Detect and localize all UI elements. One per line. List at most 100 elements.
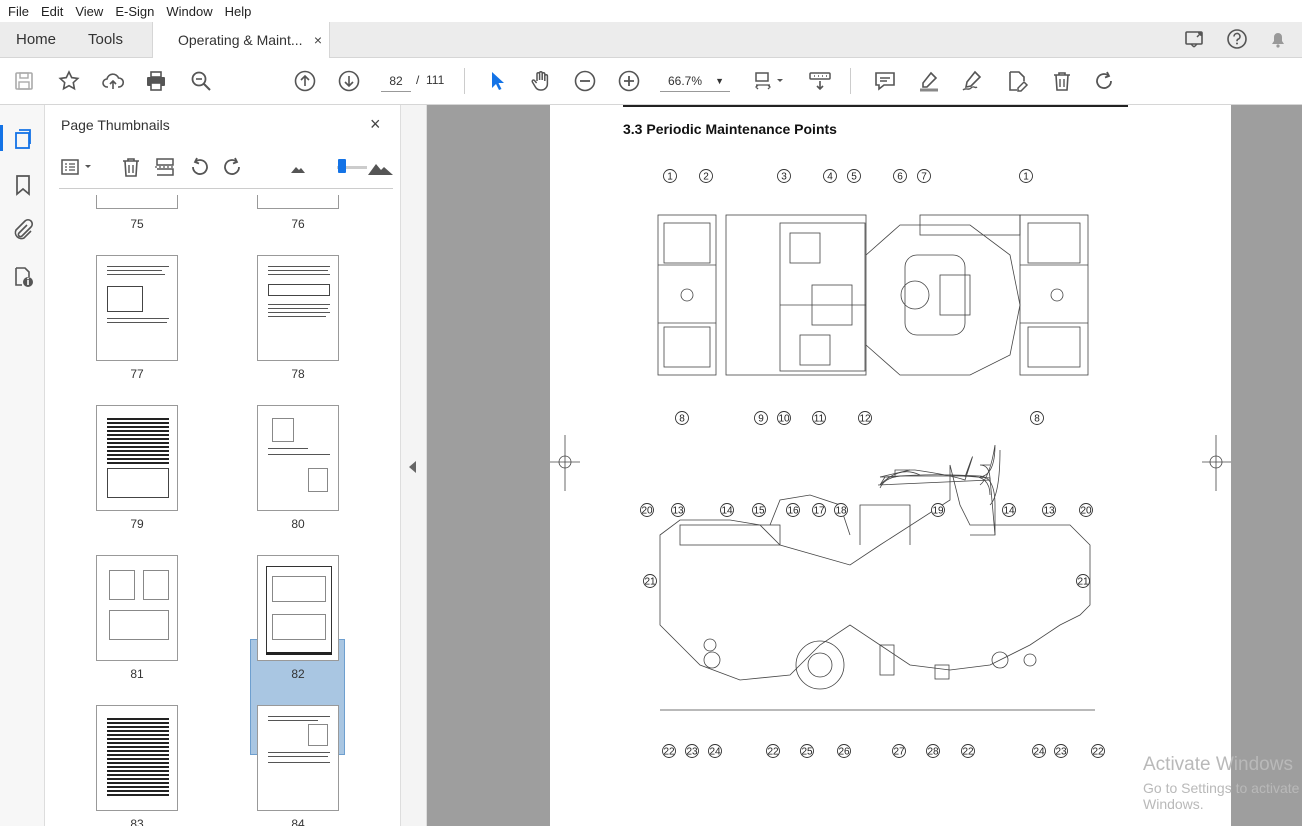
side-callout-26: 26: [837, 744, 851, 758]
top-callout-2: 2: [699, 169, 713, 183]
top-callout-6: 6: [893, 169, 907, 183]
menu-file[interactable]: File: [4, 4, 33, 19]
svg-text:10: 10: [778, 414, 790, 425]
slider-handle[interactable]: [338, 159, 346, 173]
bookmarks-icon[interactable]: [11, 173, 35, 197]
smaller-thumbnails-icon[interactable]: [287, 155, 311, 179]
share-screen-icon[interactable]: [1184, 28, 1206, 50]
svg-text:8: 8: [679, 414, 685, 425]
svg-text:22: 22: [962, 747, 974, 758]
zoom-search-icon[interactable]: [189, 69, 213, 93]
top-callout-10: 10: [777, 411, 791, 425]
svg-text:22: 22: [663, 747, 675, 758]
thumbnail-page-81[interactable]: [96, 555, 178, 661]
side-callout-27: 27: [892, 744, 906, 758]
svg-text:20: 20: [1080, 506, 1092, 517]
side-callout-14: 14: [1002, 503, 1016, 517]
delete-trash-icon[interactable]: [1050, 69, 1074, 93]
top-callout-5: 5: [847, 169, 861, 183]
callout-layer: 1 2 3 4 5 6 7 189 10 11 12820 13 14 15 16 17 18 19 14 13 202…: [640, 169, 1105, 758]
menu-edit[interactable]: Edit: [37, 4, 67, 19]
comment-icon[interactable]: [873, 69, 897, 93]
activation-watermark: Activate Windows: [1143, 754, 1293, 775]
menu-help[interactable]: Help: [221, 4, 256, 19]
document-view[interactable]: 3.3 Periodic Maintenance Points 1 2 3 4 …: [427, 105, 1302, 826]
side-callout-22: 22: [766, 744, 780, 758]
svg-text:20: 20: [641, 506, 653, 517]
notification-bell-icon[interactable]: [1267, 28, 1289, 50]
tab-home[interactable]: Home: [16, 22, 56, 58]
tab-tools[interactable]: Tools: [88, 22, 123, 58]
page-number-input[interactable]: 82: [381, 70, 411, 92]
panel-collapse-strip[interactable]: [401, 105, 427, 826]
print-icon[interactable]: [144, 69, 168, 93]
hand-tool-icon[interactable]: [529, 69, 553, 93]
thumbnail-page-77[interactable]: [96, 255, 178, 361]
thumbnail-page-83[interactable]: [96, 705, 178, 811]
side-callout-15: 15: [752, 503, 766, 517]
thumbnail-options-icon[interactable]: [59, 155, 95, 179]
side-callout-21: 21: [643, 574, 657, 588]
menu-window[interactable]: Window: [162, 4, 216, 19]
larger-thumbnails-icon[interactable]: [367, 155, 395, 179]
fit-page-icon[interactable]: [752, 69, 788, 93]
thumbnail-page-79[interactable]: [96, 405, 178, 511]
attachments-icon[interactable]: [11, 218, 35, 242]
zoom-out-icon[interactable]: [573, 69, 597, 93]
thumbnail-page-82[interactable]: [257, 555, 339, 661]
help-icon[interactable]: [1226, 28, 1248, 50]
menu-view[interactable]: View: [71, 4, 107, 19]
side-callout-25: 25: [800, 744, 814, 758]
bookmark-star-icon[interactable]: [57, 69, 81, 93]
edit-pdf-icon[interactable]: [1005, 69, 1029, 93]
page-thumbnails-icon[interactable]: [11, 127, 35, 151]
thumbnail-page-84[interactable]: [257, 705, 339, 811]
previous-page-icon[interactable]: [293, 69, 317, 93]
activation-watermark-subtext: Go to Settings to activate Windows.: [1143, 780, 1300, 812]
close-panel-icon[interactable]: ×: [370, 114, 381, 135]
toolbar-divider: [850, 68, 851, 94]
svg-text:21: 21: [644, 577, 656, 588]
side-callout-18: 18: [834, 503, 848, 517]
document-info-icon[interactable]: [11, 265, 35, 289]
svg-text:6: 6: [897, 172, 903, 183]
upload-cloud-icon[interactable]: [101, 69, 125, 93]
thumbnail-page-75[interactable]: [96, 195, 178, 209]
panel-title: Page Thumbnails: [61, 117, 170, 133]
thumbnail-label: 82: [291, 667, 305, 681]
svg-text:14: 14: [1003, 506, 1015, 517]
tab-document[interactable]: Operating & Maint... ×: [152, 22, 330, 59]
rotate-clockwise-icon[interactable]: [221, 155, 245, 179]
collapse-panel-icon[interactable]: [409, 461, 416, 473]
side-callout-24: 24: [708, 744, 722, 758]
svg-text:13: 13: [1043, 506, 1055, 517]
highlight-pen-icon[interactable]: [917, 69, 941, 93]
active-indicator: [0, 125, 3, 151]
svg-text:3: 3: [781, 172, 787, 183]
close-tab-icon[interactable]: ×: [314, 22, 322, 58]
side-callout-20: 20: [640, 503, 654, 517]
menu-esign[interactable]: E-Sign: [111, 4, 158, 19]
extract-page-icon[interactable]: [153, 155, 177, 179]
delete-page-icon[interactable]: [119, 155, 143, 179]
thumbnail-page-78[interactable]: [257, 255, 339, 361]
panel-divider: [59, 188, 393, 189]
thumbnail-page-76[interactable]: [257, 195, 339, 209]
zoom-level-select[interactable]: 66.7% ▼: [660, 70, 730, 92]
top-callout-8: 8: [1030, 411, 1044, 425]
thumbnail-label: 80: [291, 517, 305, 531]
svg-text:2: 2: [703, 172, 709, 183]
select-pointer-icon[interactable]: [486, 69, 510, 93]
redo-icon[interactable]: [1093, 69, 1117, 93]
thumbnail-label: 81: [130, 667, 144, 681]
sign-pen-icon[interactable]: [960, 69, 984, 93]
top-callout-7: 7: [917, 169, 931, 183]
save-icon[interactable]: [12, 69, 36, 93]
side-callout-24: 24: [1032, 744, 1046, 758]
svg-text:23: 23: [1055, 747, 1067, 758]
thumbnail-page-80[interactable]: [257, 405, 339, 511]
zoom-in-icon[interactable]: [617, 69, 641, 93]
next-page-icon[interactable]: [337, 69, 361, 93]
rotate-counterclockwise-icon[interactable]: [187, 155, 211, 179]
scroll-mode-icon[interactable]: [808, 69, 832, 93]
